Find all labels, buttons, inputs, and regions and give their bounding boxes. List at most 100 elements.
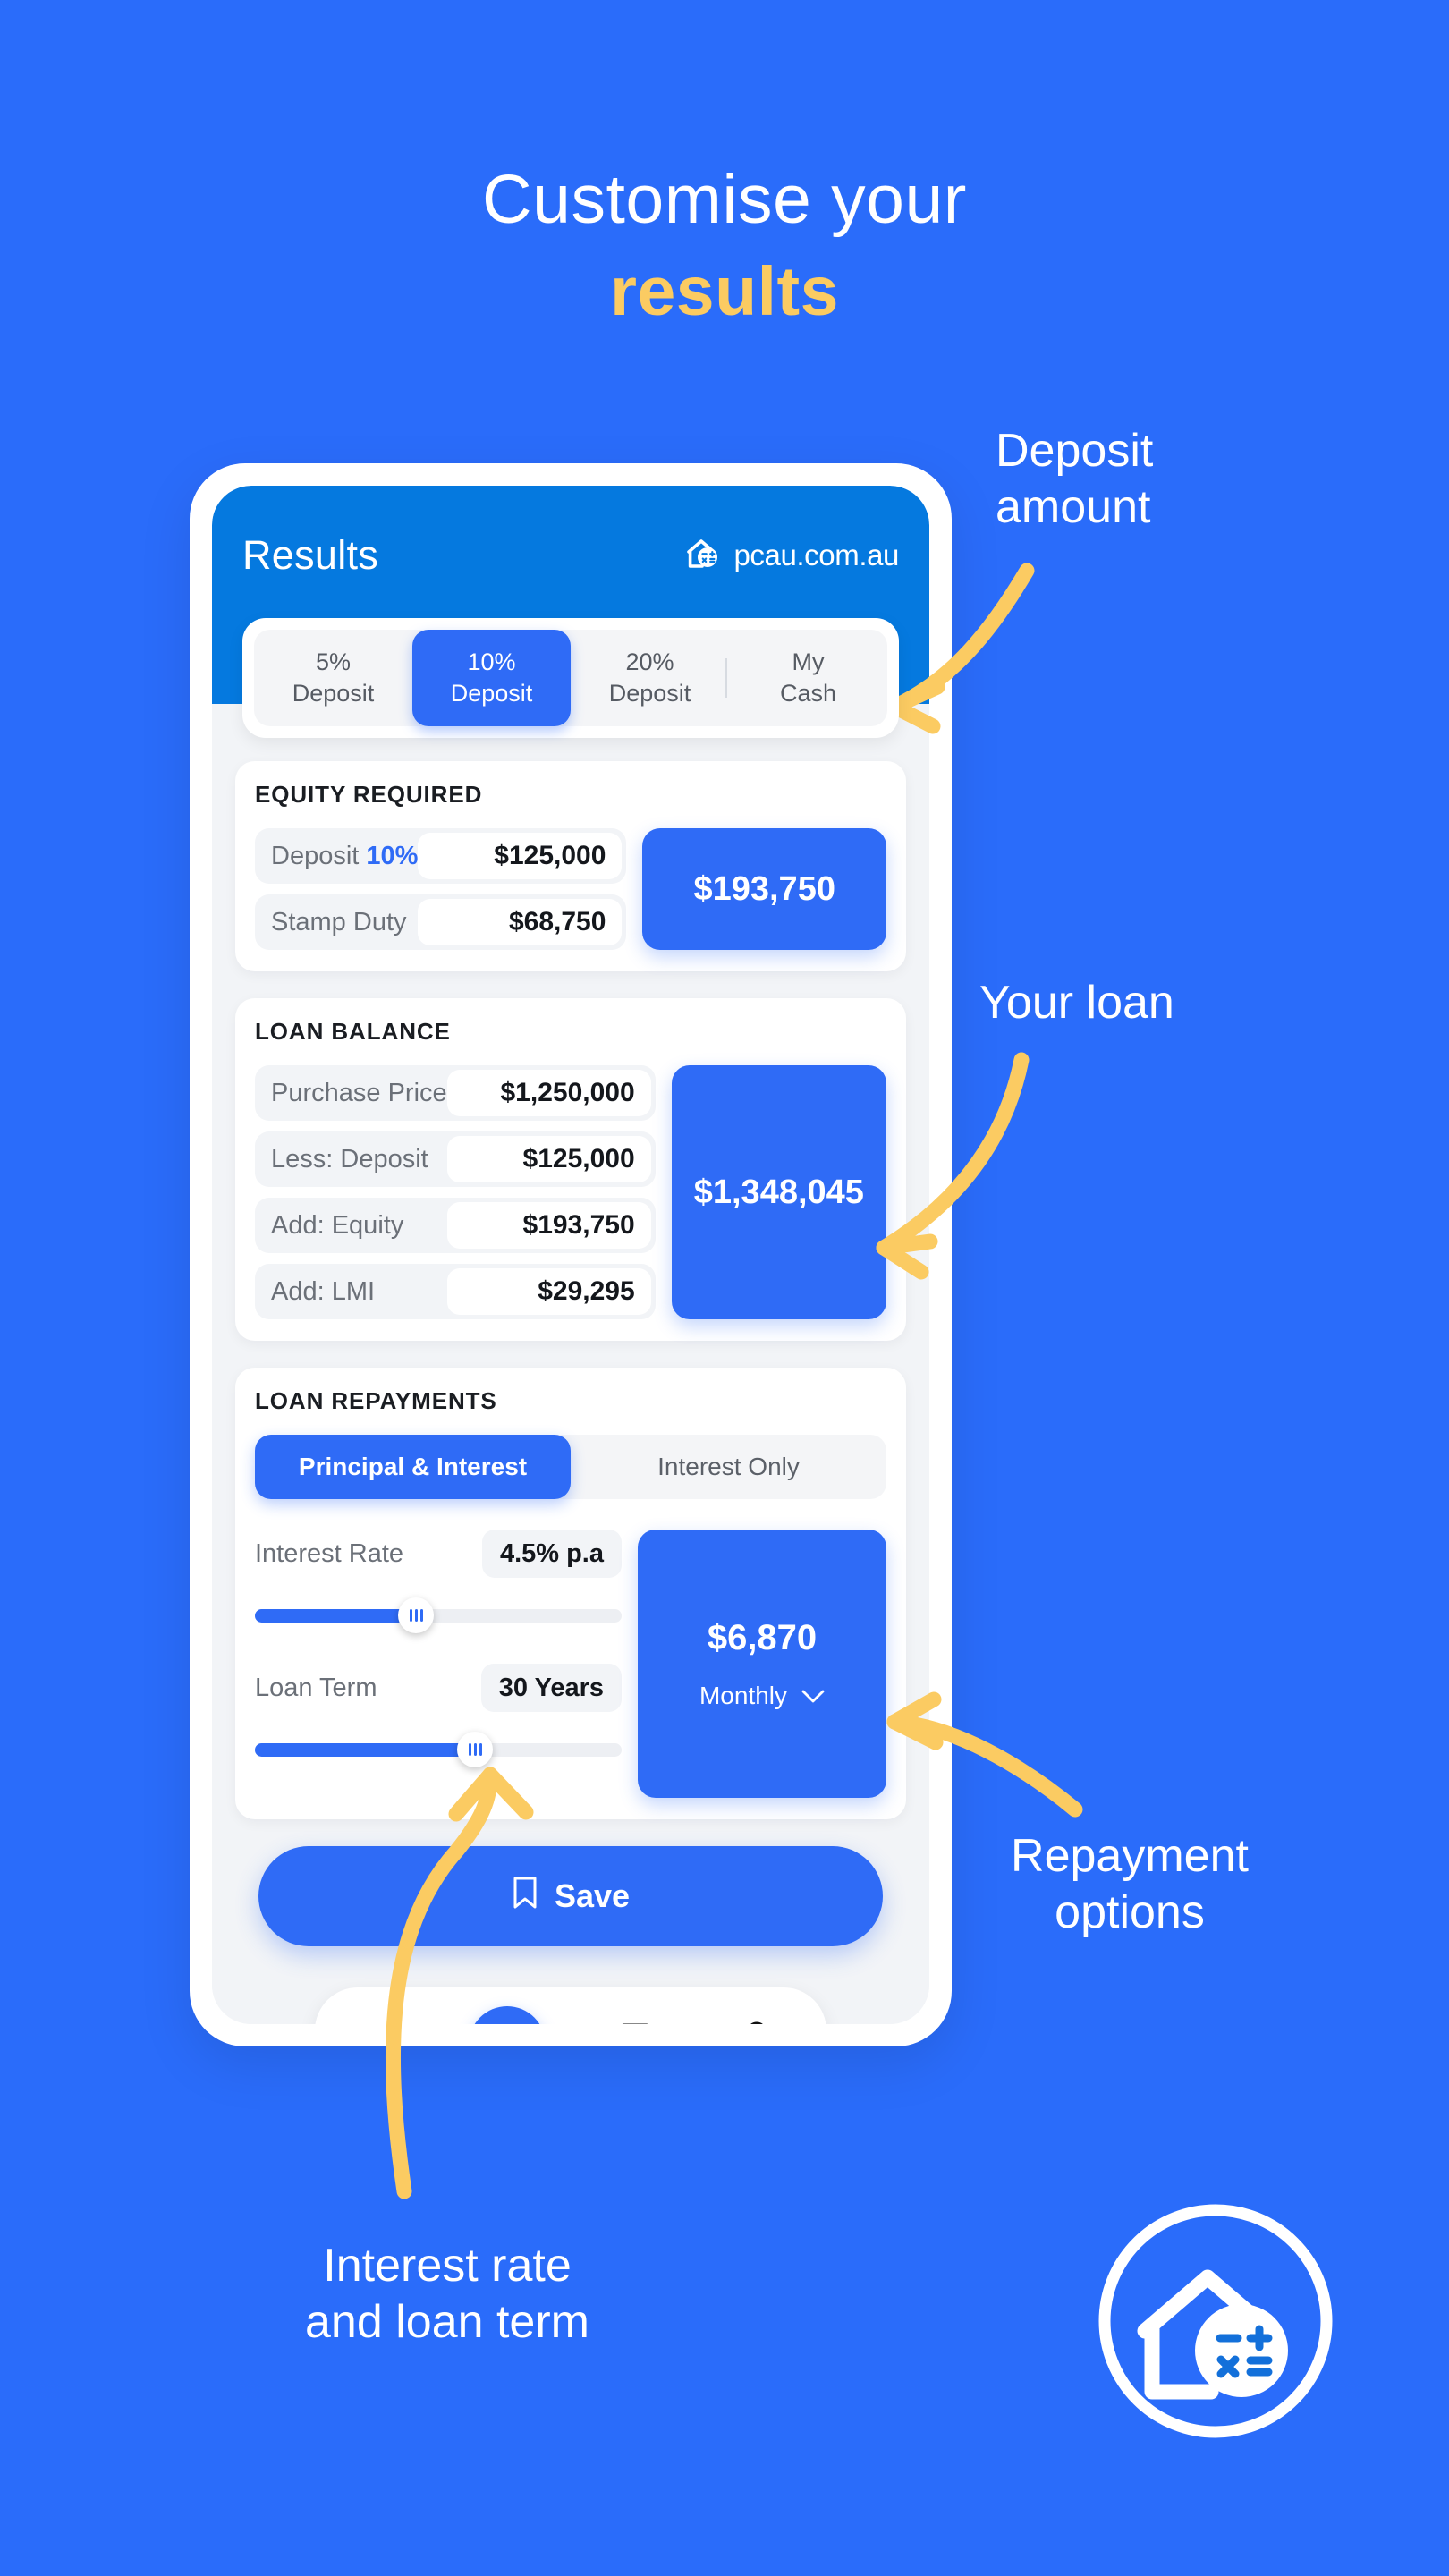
tab-line-1: My bbox=[792, 648, 825, 676]
equity-row-value-stamp-duty: $68,750 bbox=[418, 899, 623, 945]
home-icon bbox=[355, 2019, 403, 2025]
table-row: Purchase Price $1,250,000 bbox=[255, 1065, 656, 1121]
loan-row-label-less-deposit: Less: Deposit bbox=[271, 1144, 428, 1174]
nav-item-calculator[interactable] bbox=[468, 2006, 546, 2025]
equity-total: $193,750 bbox=[642, 828, 886, 950]
equity-rows: Deposit 10% $125,000 Stamp Duty $68,750 bbox=[255, 828, 627, 950]
table-row: Deposit 10% $125,000 bbox=[255, 828, 627, 884]
table-row: Stamp Duty $68,750 bbox=[255, 894, 627, 950]
table-row: Add: LMI $29,295 bbox=[255, 1264, 656, 1319]
table-row: Add: Equity $193,750 bbox=[255, 1198, 656, 1253]
interest-rate-row: Interest Rate 4.5% p.a bbox=[255, 1530, 622, 1578]
corner-logo bbox=[1093, 2199, 1338, 2444]
repayment-frequency-label: Monthly bbox=[699, 1681, 788, 1709]
repayment-total-box[interactable]: $6,870 Monthly bbox=[638, 1530, 886, 1798]
phone-mockup: Results pcau.com.au 5% Deposit 10% Depos… bbox=[190, 463, 952, 2046]
tab-line-2: Cash bbox=[779, 680, 837, 707]
save-button[interactable]: Save bbox=[258, 1846, 883, 1946]
calculator-icon bbox=[485, 2021, 530, 2025]
app-header-top: Results pcau.com.au bbox=[242, 521, 899, 589]
loan-repayments-card-title: LOAN REPAYMENTS bbox=[255, 1387, 497, 1414]
callout-rate-line-1: Interest rate bbox=[323, 2240, 572, 2292]
tab-line-1: 20% bbox=[625, 648, 674, 676]
deposit-tabs: 5% Deposit 10% Deposit 20% Deposit My Ca… bbox=[254, 630, 887, 726]
repayment-controls: Interest Rate 4.5% p.a Loan Term 30 Year bbox=[255, 1530, 622, 1798]
loan-balance-rows: Purchase Price $1,250,000 Less: Deposit … bbox=[255, 1065, 656, 1319]
repayment-type-segmented-control: Principal & Interest Interest Only bbox=[255, 1435, 886, 1499]
headline-line-1: Customise your bbox=[482, 161, 967, 238]
loan-balance-columns: Purchase Price $1,250,000 Less: Deposit … bbox=[255, 1065, 886, 1319]
repayment-frequency-selector[interactable]: Monthly bbox=[699, 1682, 825, 1710]
tab-20-percent-deposit[interactable]: 20% Deposit bbox=[571, 630, 729, 726]
page-headline: Customise your results bbox=[0, 159, 1449, 333]
equity-row-value-deposit: $125,000 bbox=[418, 833, 623, 879]
callout-deposit-line-1: Deposit bbox=[996, 425, 1154, 477]
loan-term-value: 30 Years bbox=[480, 1664, 622, 1712]
phone-shell: Results pcau.com.au 5% Deposit 10% Depos… bbox=[190, 463, 952, 2046]
bottom-nav bbox=[315, 1987, 826, 2024]
equity-card-title: EQUITY REQUIRED bbox=[255, 781, 483, 808]
repayment-amount: $6,870 bbox=[707, 1617, 818, 1657]
loan-balance-card: LOAN BALANCE Purchase Price $1,250,000 L… bbox=[235, 998, 906, 1341]
loan-row-label-purchase-price: Purchase Price bbox=[271, 1078, 447, 1107]
interest-rate-label: Interest Rate bbox=[255, 1538, 404, 1568]
table-row: Less: Deposit $125,000 bbox=[255, 1131, 656, 1187]
loan-row-value-less-deposit: $125,000 bbox=[446, 1136, 651, 1182]
house-calculator-icon bbox=[682, 532, 725, 580]
nav-item-saved[interactable] bbox=[597, 2006, 674, 2024]
loan-row-label-add-equity: Add: Equity bbox=[271, 1210, 404, 1240]
brand-lockup: pcau.com.au bbox=[682, 532, 899, 580]
callout-interest-rate-and-loan-term: Interest rate and loan term bbox=[259, 2238, 635, 2351]
equity-card-columns: Deposit 10% $125,000 Stamp Duty $68,750 … bbox=[255, 828, 886, 950]
app-body: EQUITY REQUIRED Deposit 10% $125,000 Sta… bbox=[212, 704, 929, 2024]
tab-line-2: Deposit bbox=[608, 680, 691, 707]
slider-thumb[interactable] bbox=[457, 1732, 493, 1767]
tab-line-2: Deposit bbox=[292, 680, 375, 707]
interest-rate-slider[interactable] bbox=[255, 1597, 622, 1633]
nav-item-account-settings[interactable] bbox=[724, 2006, 801, 2024]
callout-rate-line-2: and loan term bbox=[305, 2296, 589, 2349]
callout-deposit-line-2: amount bbox=[996, 481, 1151, 534]
bookmark-icon bbox=[512, 1876, 538, 1918]
callout-repayment-line-2: options bbox=[1055, 1886, 1205, 1939]
slider-fill bbox=[255, 1743, 475, 1757]
account-settings-icon bbox=[738, 2019, 788, 2024]
nav-item-home[interactable] bbox=[341, 2006, 418, 2024]
loan-row-value-add-equity: $193,750 bbox=[446, 1202, 651, 1249]
loan-row-value-purchase-price: $1,250,000 bbox=[446, 1070, 651, 1116]
equity-row-label-stamp-duty: Stamp Duty bbox=[271, 907, 407, 936]
tab-my-cash[interactable]: My Cash bbox=[729, 630, 887, 726]
callout-your-loan: Your loan bbox=[979, 977, 1174, 1029]
deposit-tabs-container: 5% Deposit 10% Deposit 20% Deposit My Ca… bbox=[242, 618, 899, 738]
page-title: Results bbox=[242, 532, 379, 578]
equity-required-card: EQUITY REQUIRED Deposit 10% $125,000 Sta… bbox=[235, 761, 906, 971]
loan-term-row: Loan Term 30 Years bbox=[255, 1664, 622, 1712]
headline-line-2: results bbox=[609, 252, 839, 330]
loan-balance-total: $1,348,045 bbox=[671, 1065, 886, 1319]
tab-line-1: 5% bbox=[315, 648, 352, 676]
callout-repayment-options: Repayment options bbox=[969, 1828, 1291, 1942]
deposit-percent: 10% bbox=[366, 841, 419, 870]
equity-row-label-deposit: Deposit 10% bbox=[271, 841, 419, 870]
loan-balance-card-title: LOAN BALANCE bbox=[255, 1018, 451, 1045]
app-header: Results pcau.com.au 5% Deposit 10% Depos… bbox=[212, 486, 929, 738]
callout-repayment-line-1: Repayment bbox=[1011, 1830, 1249, 1882]
brand-name: pcau.com.au bbox=[733, 538, 899, 572]
loan-repayments-card: LOAN REPAYMENTS Principal & Interest Int… bbox=[235, 1368, 906, 1819]
segment-principal-and-interest[interactable]: Principal & Interest bbox=[255, 1435, 571, 1499]
interest-rate-value: 4.5% p.a bbox=[481, 1530, 622, 1578]
chevron-down-icon bbox=[801, 1682, 825, 1710]
repayments-columns: Interest Rate 4.5% p.a Loan Term 30 Year bbox=[255, 1530, 886, 1798]
tab-line-1: 10% bbox=[467, 648, 516, 676]
tab-5-percent-deposit[interactable]: 5% Deposit bbox=[254, 630, 412, 726]
slider-thumb[interactable] bbox=[398, 1597, 435, 1633]
loan-term-label: Loan Term bbox=[255, 1673, 377, 1702]
loan-term-slider[interactable] bbox=[255, 1732, 622, 1767]
segment-interest-only[interactable]: Interest Only bbox=[571, 1435, 886, 1499]
house-calculator-circle-logo bbox=[1098, 2204, 1333, 2438]
slider-fill bbox=[255, 1609, 417, 1623]
callout-deposit-amount: Deposit amount bbox=[996, 423, 1153, 537]
save-button-label: Save bbox=[554, 1877, 631, 1914]
tab-10-percent-deposit[interactable]: 10% Deposit bbox=[412, 630, 571, 726]
loan-row-value-add-lmi: $29,295 bbox=[446, 1268, 651, 1315]
